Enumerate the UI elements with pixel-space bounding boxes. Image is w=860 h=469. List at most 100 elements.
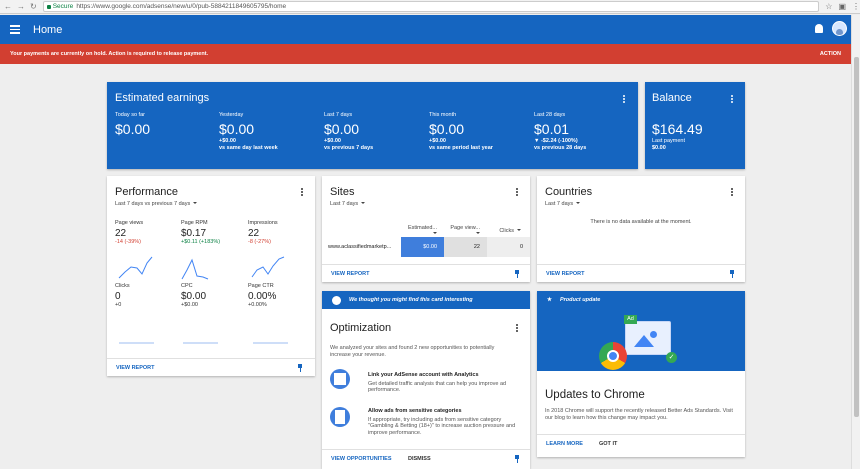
sites-card: Sites Last 7 days Estimated... Page view…: [322, 176, 530, 282]
balance-card: Balance $164.49 Last payment $0.00: [645, 82, 745, 169]
pin-icon[interactable]: [514, 455, 520, 463]
estimated-column-header[interactable]: Estimated...: [401, 225, 444, 237]
sites-table-header: Estimated... Page view... Clicks: [322, 224, 530, 237]
page-title: Home: [33, 23, 63, 36]
earnings-kpi: Last 7 days $0.00 +$0.00 vs previous 7 days: [324, 112, 373, 152]
sites-view-report-link[interactable]: VIEW REPORT: [331, 271, 370, 277]
sites-range-dropdown[interactable]: Last 7 days: [330, 201, 365, 207]
star-icon[interactable]: ☆: [825, 2, 832, 11]
pin-icon[interactable]: [297, 364, 303, 372]
earnings-more-icon[interactable]: [623, 95, 625, 103]
countries-empty-message: There is no data available at the moment…: [590, 219, 692, 225]
countries-more-icon[interactable]: [731, 188, 733, 196]
alert-message: Your payments are currently on hold. Act…: [10, 51, 209, 57]
kpi-comparison: vs previous 28 days: [534, 145, 587, 151]
countries-title: Countries: [545, 186, 593, 198]
site-page-views: 22: [444, 237, 487, 257]
url-text: https://www.google.com/adsense/new/u/0/p…: [76, 3, 287, 10]
product-update-title: Updates to Chrome: [545, 389, 645, 401]
dismiss-button[interactable]: DISMISS: [408, 456, 431, 462]
reload-icon[interactable]: ↻: [30, 2, 37, 11]
kpi-label: Today so far: [115, 112, 145, 118]
avatar[interactable]: [832, 21, 847, 36]
page-rpm-sparkline: [181, 258, 209, 280]
view-opportunities-button[interactable]: VIEW OPPORTUNITIES: [331, 456, 392, 462]
balance-more-icon[interactable]: [731, 95, 733, 103]
menu-icon[interactable]: [10, 23, 20, 36]
back-icon[interactable]: ←: [4, 2, 12, 11]
kpi-comparison: vs same period last year: [429, 145, 493, 151]
app-bar: Home: [0, 15, 851, 44]
kpi-value: $0.00: [219, 121, 255, 137]
optimization-banner-text: We thought you might find this card inte…: [349, 297, 473, 303]
pin-icon[interactable]: [514, 270, 520, 278]
chrome-logo-icon: [599, 342, 627, 370]
browser-nav: ← → ↻: [4, 2, 37, 11]
ad-frame-icon: [625, 321, 671, 355]
opportunity-analytics[interactable]: Link your AdSense account with Analytics…: [368, 372, 518, 394]
opportunity-sensitive-categories[interactable]: Allow ads from sensitive categories If ap…: [368, 408, 518, 436]
clicks-column-header[interactable]: Clicks: [487, 228, 530, 234]
ad-badge: Ad: [624, 315, 637, 324]
countries-card: Countries Last 7 days There is no data a…: [537, 176, 745, 282]
last-payment-label: Last payment: [652, 138, 686, 144]
optimization-title: Optimization: [330, 322, 392, 334]
extension-icon[interactable]: ▣: [838, 2, 846, 11]
site-estimated-earnings: $0.00: [401, 237, 444, 257]
page-views-column-header[interactable]: Page view...: [444, 225, 487, 237]
optimization-more-icon[interactable]: [516, 324, 518, 332]
earnings-kpi: Today so far $0.00: [115, 112, 150, 138]
sensitive-categories-text: If appropriate, try including ads from s…: [368, 416, 516, 436]
product-update-banner: ★ Product update: [537, 291, 745, 309]
analytics-text: Get detailed traffic analysis that can h…: [368, 380, 507, 394]
alert-action-button[interactable]: ACTION: [820, 51, 841, 57]
address-bar[interactable]: Secure https://www.google.com/adsense/new…: [42, 1, 820, 12]
scrollbar[interactable]: [851, 15, 860, 469]
kpi-delta: ▼ -$2.24 (-100%): [534, 138, 578, 144]
countries-footer: VIEW REPORT: [537, 264, 745, 282]
earnings-kpi: Yesterday $0.00 +$0.00 vs same day last wee…: [219, 112, 278, 152]
notifications-icon[interactable]: [815, 24, 823, 33]
kpi-value: $0.00: [429, 121, 465, 137]
lock-icon: [46, 4, 51, 9]
balance-value: $164.49: [652, 121, 703, 137]
scrollbar-thumb[interactable]: [854, 57, 859, 417]
payment-alert: Your payments are currently on hold. Act…: [0, 44, 851, 64]
forward-icon[interactable]: →: [17, 2, 25, 11]
page-views-sparkline: [118, 256, 153, 279]
kpi-delta: +$0.00: [219, 138, 236, 144]
product-update-text: In 2018 Chrome will support the recently…: [545, 408, 733, 421]
product-update-footer: LEARN MORE GOT IT: [537, 434, 745, 457]
performance-view-report-link[interactable]: VIEW REPORT: [116, 365, 155, 371]
kpi-value: $0.01: [534, 121, 570, 137]
sites-table: Estimated... Page view... Clicks www.acl…: [322, 224, 530, 257]
kpi-comparison: vs same day last week: [219, 145, 278, 151]
product-update-label: Product update: [559, 297, 601, 303]
impressions-sparkline: [251, 256, 285, 278]
performance-footer: VIEW REPORT: [107, 358, 315, 376]
performance-card: Performance Last 7 days vs previous 7 da…: [107, 176, 315, 376]
sites-more-icon[interactable]: [516, 188, 518, 196]
sensitive-categories-icon: [330, 407, 350, 427]
analytics-icon: [330, 369, 350, 389]
site-clicks: 0: [487, 237, 530, 257]
countries-view-report-link[interactable]: VIEW REPORT: [546, 271, 585, 277]
earnings-kpi: This month $0.00 +$0.00 vs same period last…: [429, 112, 493, 152]
kpi-delta: +$0.00: [324, 138, 341, 144]
pin-icon[interactable]: [729, 270, 735, 278]
learn-more-button[interactable]: LEARN MORE: [546, 441, 583, 447]
table-row[interactable]: www.aclassifiedmarketp... $0.00 22 0: [322, 237, 530, 257]
countries-range-dropdown[interactable]: Last 7 days: [545, 201, 580, 207]
earnings-title: Estimated earnings: [115, 92, 210, 104]
browser-menu-icon[interactable]: ⋮: [852, 2, 860, 11]
kpi-value: $0.00: [324, 121, 360, 137]
chrome-illustration: Ad ✓: [537, 309, 745, 371]
sites-footer: VIEW REPORT: [322, 264, 530, 282]
browser-actions: ☆ ▣ ⋮: [825, 2, 860, 11]
kpi-value: $0.00: [115, 121, 151, 137]
browser-toolbar: ← → ↻ Secure https://www.google.com/adsense…: [0, 0, 860, 14]
kpi-label: Yesterday: [219, 112, 244, 118]
got-it-button[interactable]: GOT IT: [599, 441, 617, 447]
last-payment-value: $0.00: [652, 145, 666, 151]
kpi-delta: +$0.00: [429, 138, 446, 144]
